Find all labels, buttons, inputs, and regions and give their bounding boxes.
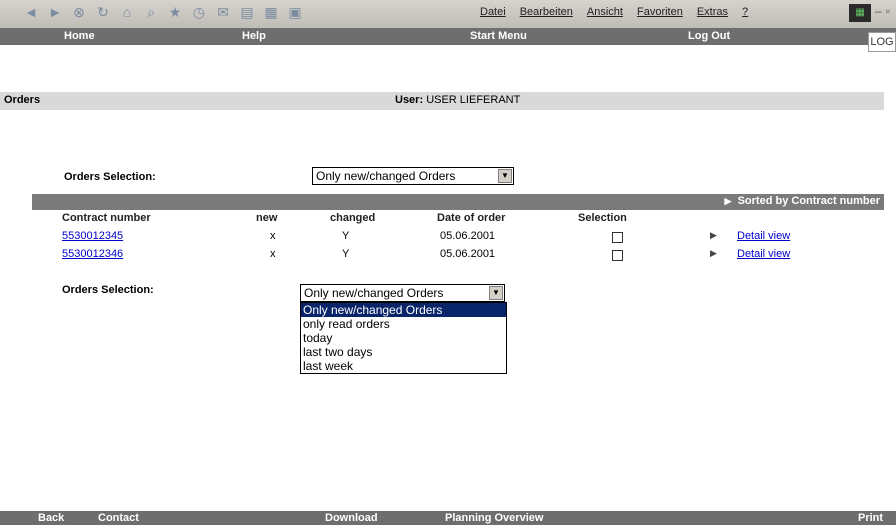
footer-nav: Back Contact Download Planning Overview … [0, 511, 896, 525]
cell-changed: Y [342, 248, 350, 260]
menu-favoriten[interactable]: Favoriten [637, 6, 683, 18]
table-row: 5530012346 x Y 05.06.2001 ▶ Detail view [0, 248, 896, 262]
nav-log-out[interactable]: Log Out [688, 30, 730, 42]
stop-icon[interactable]: ⊗ [70, 3, 88, 21]
search-icon[interactable]: ⌕ [142, 3, 160, 21]
home-icon[interactable]: ⌂ [118, 3, 136, 21]
detail-view-link[interactable]: Detail view [737, 248, 790, 260]
mail-icon[interactable]: ✉ [214, 3, 232, 21]
discuss-icon[interactable]: ▣ [286, 3, 304, 21]
nav-home[interactable]: Home [64, 30, 95, 42]
orders-selection-select-bottom[interactable]: Only new/changed Orders ▼ [300, 284, 505, 302]
edit-icon[interactable]: ▦ [262, 3, 280, 21]
table-row: 5530012345 x Y 05.06.2001 ▶ Detail view [0, 230, 896, 244]
browser-menu: Datei Bearbeiten Ansicht Favoriten Extra… [480, 6, 748, 18]
sort-indicator[interactable]: ▶ Sorted by Contract number [725, 195, 880, 207]
cell-changed: Y [342, 230, 350, 242]
cell-new: x [270, 230, 276, 242]
user-info: User: USER LIEFERANT [395, 94, 520, 106]
chevron-down-icon[interactable]: ▼ [498, 169, 512, 183]
chevron-down-icon[interactable]: ▼ [489, 286, 503, 300]
cell-date: 05.06.2001 [440, 230, 496, 242]
col-selection[interactable]: Selection [578, 212, 627, 224]
window-controls: ▦ – ▫ [849, 4, 890, 22]
logo-box: LOG [868, 32, 896, 52]
favorites-icon[interactable]: ★ [166, 3, 184, 21]
footer-planning-overview[interactable]: Planning Overview [445, 512, 543, 524]
print-icon[interactable]: ▤ [238, 3, 256, 21]
footer-download[interactable]: Download [325, 512, 378, 524]
user-label: User: [395, 94, 424, 106]
menu-bearbeiten[interactable]: Bearbeiten [520, 6, 573, 18]
footer-back[interactable]: Back [38, 512, 64, 524]
restore-icon[interactable]: ▫ [886, 4, 890, 22]
contract-link[interactable]: 5530012345 [62, 230, 123, 242]
menu-help[interactable]: ? [742, 6, 748, 18]
minimize-icon[interactable]: – [875, 4, 882, 22]
selection-checkbox[interactable] [612, 232, 623, 243]
orders-selection-dropdown: Only new/changed Orders only read orders… [300, 302, 507, 374]
orders-selection-select[interactable]: Only new/changed Orders ▼ [312, 167, 514, 185]
history-icon[interactable]: ◷ [190, 3, 208, 21]
grid-header-bar: ▶ Sorted by Contract number [32, 194, 884, 210]
user-value: USER LIEFERANT [426, 94, 521, 106]
select-value: Only new/changed Orders [304, 286, 444, 300]
nav-start-menu[interactable]: Start Menu [470, 30, 527, 42]
dropdown-option[interactable]: only read orders [301, 317, 506, 331]
detail-view-link[interactable]: Detail view [737, 230, 790, 242]
col-changed[interactable]: changed [330, 212, 375, 224]
contract-link[interactable]: 5530012346 [62, 248, 123, 260]
orders-selection-label-bottom: Orders Selection: [62, 284, 154, 296]
page-title-bar: Orders User: USER LIEFERANT [0, 92, 884, 110]
dropdown-option[interactable]: today [301, 331, 506, 345]
footer-contact[interactable]: Contact [98, 512, 139, 524]
triangle-right-icon: ▶ [710, 230, 717, 240]
browser-toolbar: ◄ ► ⊗ ↻ ⌂ ⌕ ★ ◷ ✉ ▤ ▦ ▣ Datei Bearbeiten… [0, 0, 896, 29]
dropdown-option[interactable]: last two days [301, 345, 506, 359]
menu-extras[interactable]: Extras [697, 6, 728, 18]
col-contract-number[interactable]: Contract number [62, 212, 151, 224]
sort-label: Sorted by Contract number [737, 195, 880, 207]
col-date-of-order[interactable]: Date of order [437, 212, 505, 224]
cell-date: 05.06.2001 [440, 248, 496, 260]
triangle-right-icon: ▶ [710, 248, 717, 258]
col-new[interactable]: new [256, 212, 277, 224]
select-value: Only new/changed Orders [316, 169, 456, 183]
selection-checkbox[interactable] [612, 250, 623, 261]
orders-selection-label: Orders Selection: [64, 171, 156, 183]
refresh-icon[interactable]: ↻ [94, 3, 112, 21]
cell-new: x [270, 248, 276, 260]
toolbar-icons: ◄ ► ⊗ ↻ ⌂ ⌕ ★ ◷ ✉ ▤ ▦ ▣ [22, 3, 304, 21]
menu-datei[interactable]: Datei [480, 6, 506, 18]
top-nav: Home Help Start Menu Log Out [0, 28, 896, 45]
forward-icon[interactable]: ► [46, 3, 64, 21]
triangle-right-icon: ▶ [724, 196, 732, 206]
footer-print[interactable]: Print [858, 512, 883, 524]
dropdown-option[interactable]: Only new/changed Orders [301, 303, 506, 317]
nav-help[interactable]: Help [242, 30, 266, 42]
page-title: Orders [4, 94, 41, 106]
menu-ansicht[interactable]: Ansicht [587, 6, 623, 18]
back-icon[interactable]: ◄ [22, 3, 40, 21]
dropdown-option[interactable]: last week [301, 359, 506, 373]
windows-logo-icon: ▦ [849, 4, 872, 22]
